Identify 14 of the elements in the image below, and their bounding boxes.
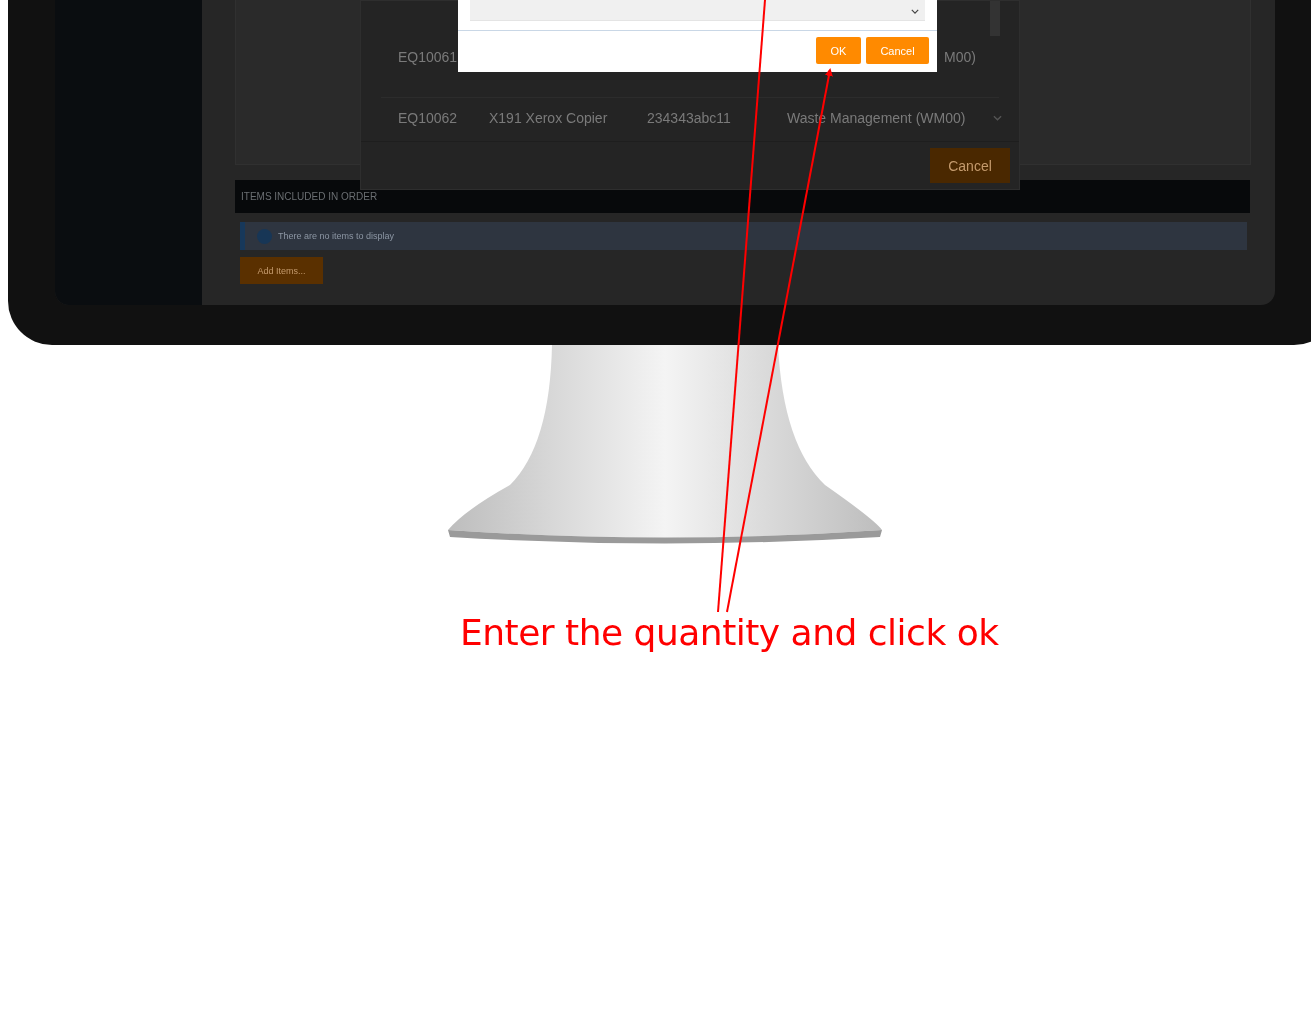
info-message: There are no items to display xyxy=(278,231,395,241)
section-title: ITEMS INCLUDED IN ORDER xyxy=(241,191,378,202)
chevron-icon[interactable] xyxy=(911,9,919,14)
cancel-button[interactable]: Cancel xyxy=(866,37,929,64)
cancel-button[interactable]: Cancel xyxy=(930,148,1010,183)
table-cell: EQ10062 xyxy=(398,110,458,126)
table-cell: X191 Xerox Copier xyxy=(489,110,608,126)
table-cell: 234343abc11 xyxy=(647,110,731,126)
annotation-caption: Enter the quantity and click ok xyxy=(460,612,999,653)
ok-button[interactable]: OK xyxy=(816,37,861,64)
add-items-button[interactable]: Add Items... xyxy=(240,257,323,284)
table-cell: EQ10061 xyxy=(398,49,458,65)
info-icon xyxy=(257,228,272,244)
table-cell: M00) xyxy=(944,49,976,65)
